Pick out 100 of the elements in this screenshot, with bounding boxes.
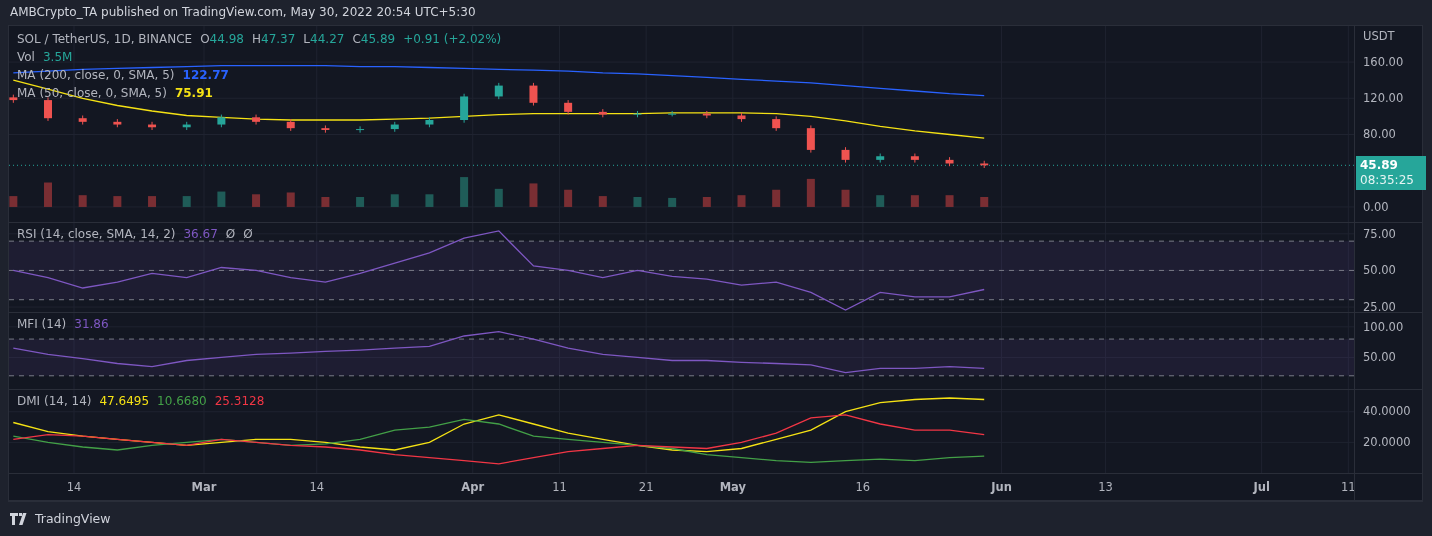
volume-bar bbox=[668, 197, 677, 207]
candle bbox=[9, 93, 18, 104]
volume-bar bbox=[286, 192, 295, 207]
ohlc-reading: O44.98 bbox=[200, 31, 244, 46]
candle bbox=[737, 112, 746, 123]
candle bbox=[598, 108, 607, 118]
volume-bar bbox=[910, 194, 919, 207]
candle bbox=[529, 82, 538, 106]
candle bbox=[460, 93, 469, 123]
candle bbox=[252, 113, 261, 125]
volume-bar bbox=[564, 189, 573, 207]
ohlc-reading: L44.27 bbox=[303, 31, 345, 46]
candle bbox=[113, 118, 122, 128]
candle bbox=[841, 146, 850, 163]
ohlc-reading: H47.37 bbox=[251, 31, 296, 46]
candle bbox=[564, 99, 573, 115]
tradingview-logo[interactable]: TradingView bbox=[0, 501, 1432, 536]
indicator-value: 31.86 bbox=[74, 316, 109, 331]
candle bbox=[217, 113, 226, 128]
axis-label: 20.0000 bbox=[1363, 435, 1411, 450]
volume-bar bbox=[113, 195, 122, 207]
candle bbox=[494, 82, 503, 100]
currency-label: USDT bbox=[1363, 28, 1395, 43]
indicator-value: Ø bbox=[225, 226, 236, 241]
axis-label: 50.00 bbox=[1363, 263, 1396, 278]
volume-bar bbox=[217, 191, 226, 207]
price-change: +0.91 (+2.02%) bbox=[403, 31, 502, 46]
indicator-value: 47.6495 bbox=[99, 393, 150, 408]
indicator-label: DMI (14, 14) bbox=[17, 393, 92, 408]
price-badge: 45.89 08:35:25 bbox=[1356, 156, 1426, 191]
time-axis-label: 14 bbox=[66, 479, 82, 494]
indicator-value: Ø bbox=[243, 226, 253, 241]
volume-bar bbox=[356, 196, 365, 207]
time-axis-label: Jul bbox=[1253, 479, 1270, 494]
volume-bar bbox=[425, 194, 434, 207]
time-axis-label: 16 bbox=[855, 479, 871, 494]
time-axis-label: 13 bbox=[1098, 479, 1113, 494]
candle bbox=[425, 116, 434, 128]
volume-bar bbox=[44, 182, 52, 207]
volume-bar bbox=[945, 194, 954, 207]
time-axis-label: Jun bbox=[991, 479, 1012, 494]
candle bbox=[356, 125, 365, 133]
volume-bar bbox=[9, 195, 18, 207]
indicator-label: MFI (14) bbox=[17, 316, 67, 331]
axis-label: 0.00 bbox=[1363, 199, 1389, 214]
candle bbox=[321, 124, 330, 133]
time-axis-label: Apr bbox=[461, 479, 485, 494]
volume-bar bbox=[980, 196, 989, 207]
volume-bar bbox=[252, 194, 261, 207]
axis-label: 25.00 bbox=[1363, 299, 1396, 314]
symbol-title: SOL / TetherUS, 1D, BINANCE bbox=[17, 31, 193, 46]
volume-bar bbox=[806, 178, 815, 207]
candle bbox=[980, 160, 989, 169]
time-axis-label: 14 bbox=[309, 479, 325, 494]
indicator-label: Vol bbox=[17, 49, 35, 64]
candle bbox=[182, 121, 191, 131]
candle bbox=[633, 110, 642, 118]
axis-label: 100.00 bbox=[1363, 319, 1404, 334]
volume-bar bbox=[841, 189, 850, 207]
candle bbox=[945, 156, 954, 167]
volume-bar bbox=[148, 195, 157, 207]
candle bbox=[390, 121, 399, 132]
candle bbox=[876, 152, 885, 163]
candle bbox=[702, 110, 711, 119]
candle bbox=[148, 121, 157, 131]
time-axis-label: May bbox=[719, 479, 746, 494]
time-axis-label: 11 bbox=[552, 479, 567, 494]
volume-bar bbox=[182, 195, 191, 207]
indicator-value: 3.5M bbox=[42, 49, 73, 64]
axis-label: 120.00 bbox=[1363, 91, 1404, 105]
volume-bar bbox=[321, 196, 330, 207]
publish-note: AMBCrypto_TA published on TradingView.com, May 30, 2022 20:54 UTC+5:30 bbox=[10, 5, 476, 20]
volume-bar bbox=[494, 188, 503, 207]
volume-bar bbox=[78, 194, 87, 207]
volume-bar bbox=[390, 194, 399, 207]
indicator-value: 75.91 bbox=[174, 85, 213, 100]
candle bbox=[910, 152, 919, 163]
axis-label: 40.0000 bbox=[1363, 404, 1411, 419]
candle bbox=[806, 124, 815, 153]
volume-bar bbox=[702, 196, 711, 207]
indicator-value: 122.77 bbox=[182, 67, 229, 82]
candle bbox=[668, 110, 677, 117]
time-axis-label: Mar bbox=[191, 479, 217, 494]
axis-label: 50.00 bbox=[1363, 350, 1396, 365]
time-axis-label: 21 bbox=[638, 479, 654, 494]
time-axis-label: 11 bbox=[1341, 479, 1356, 494]
volume-bar bbox=[598, 195, 607, 207]
indicator-value: 36.67 bbox=[183, 226, 218, 241]
volume-bar bbox=[529, 183, 538, 207]
volume-bar bbox=[772, 189, 781, 207]
candle bbox=[44, 96, 52, 122]
volume-bar bbox=[460, 176, 469, 207]
indicator-value: 25.3128 bbox=[214, 393, 265, 408]
volume-bar bbox=[876, 194, 885, 207]
volume-bar bbox=[737, 194, 746, 207]
axis-label: 160.00 bbox=[1363, 54, 1404, 69]
axis-label: 75.00 bbox=[1363, 226, 1396, 241]
indicator-label: MA (50, close, 0, SMA, 5) bbox=[17, 85, 167, 100]
ohlc-reading: C45.89 bbox=[352, 31, 396, 46]
candle bbox=[772, 115, 781, 132]
